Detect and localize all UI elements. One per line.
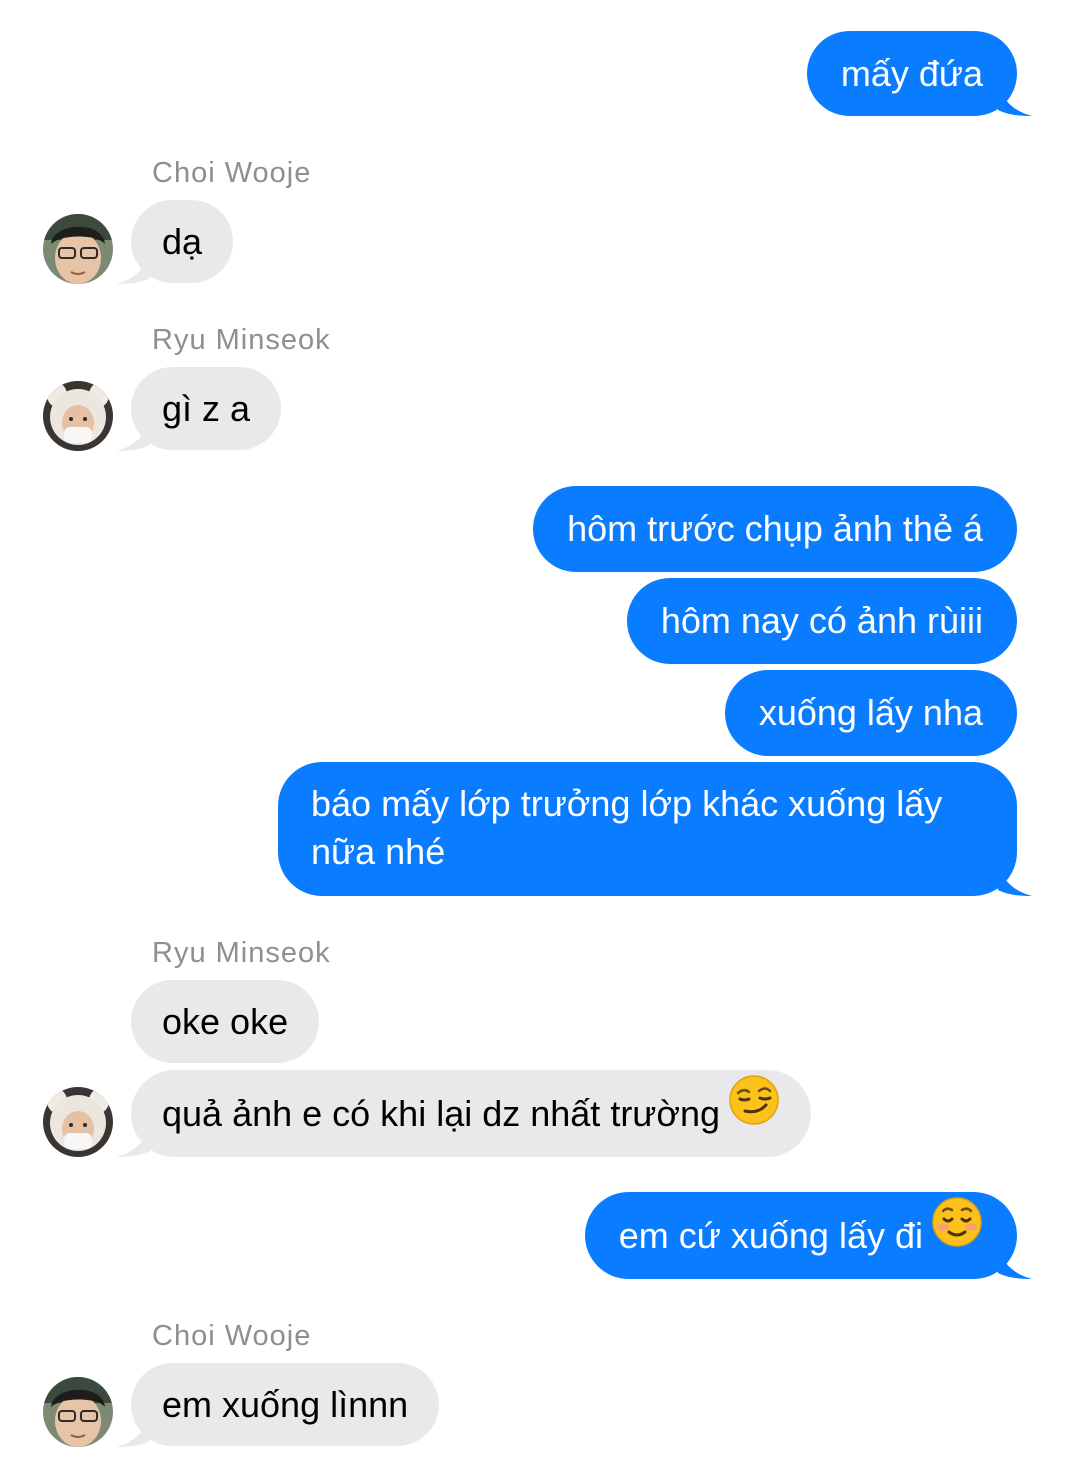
sender-name: Ryu Minseok: [152, 324, 331, 356]
bubble-tail: [116, 1129, 150, 1157]
smirking-face-emoji: [728, 1070, 780, 1157]
sender-name: Choi Wooje: [152, 157, 312, 189]
outgoing-message-bubble[interactable]: em cứ xuống lấy đi: [584, 1192, 1017, 1279]
incoming-message-bubble[interactable]: gì z a: [131, 367, 282, 450]
bubble-tail: [998, 88, 1032, 116]
bubble-tail: [116, 1419, 150, 1447]
bubble-tail: [116, 256, 150, 284]
incoming-message-bubble[interactable]: em xuống lìnnn: [131, 1363, 440, 1446]
outgoing-message-bubble[interactable]: mấy đứa: [806, 31, 1017, 116]
avatar-choi-wooje[interactable]: [43, 214, 113, 284]
outgoing-message-bubble[interactable]: hôm nay có ảnh rùiii: [626, 578, 1017, 664]
bubble-tail: [116, 423, 150, 451]
smiling-face-emoji: [931, 1192, 983, 1279]
outgoing-message-bubble[interactable]: báo mấy lớp trưởng lớp khác xuống lấy nữ…: [278, 762, 1017, 896]
outgoing-message-bubble[interactable]: hôm trước chụp ảnh thẻ á: [533, 486, 1017, 572]
bubble-tail: [998, 1251, 1032, 1279]
sender-name: Ryu Minseok: [152, 937, 331, 969]
message-text: quả ảnh e có khi lại dz nhất trường: [162, 1093, 721, 1134]
avatar-ryu-minseok[interactable]: [43, 381, 113, 451]
outgoing-message-bubble[interactable]: xuống lấy nha: [724, 670, 1017, 756]
message-text: em cứ xuống lấy đi: [618, 1215, 923, 1256]
incoming-message-bubble[interactable]: oke oke: [131, 980, 320, 1063]
bubble-tail: [998, 868, 1032, 896]
chat-thread: mấy đứa Choi Wooje dạ Ryu Minseok gì z a: [0, 0, 1080, 1473]
sender-name: Choi Wooje: [152, 1320, 312, 1352]
incoming-message-bubble[interactable]: quả ảnh e có khi lại dz nhất trường: [131, 1070, 812, 1157]
avatar-choi-wooje[interactable]: [43, 1377, 113, 1447]
avatar-ryu-minseok[interactable]: [43, 1087, 113, 1157]
